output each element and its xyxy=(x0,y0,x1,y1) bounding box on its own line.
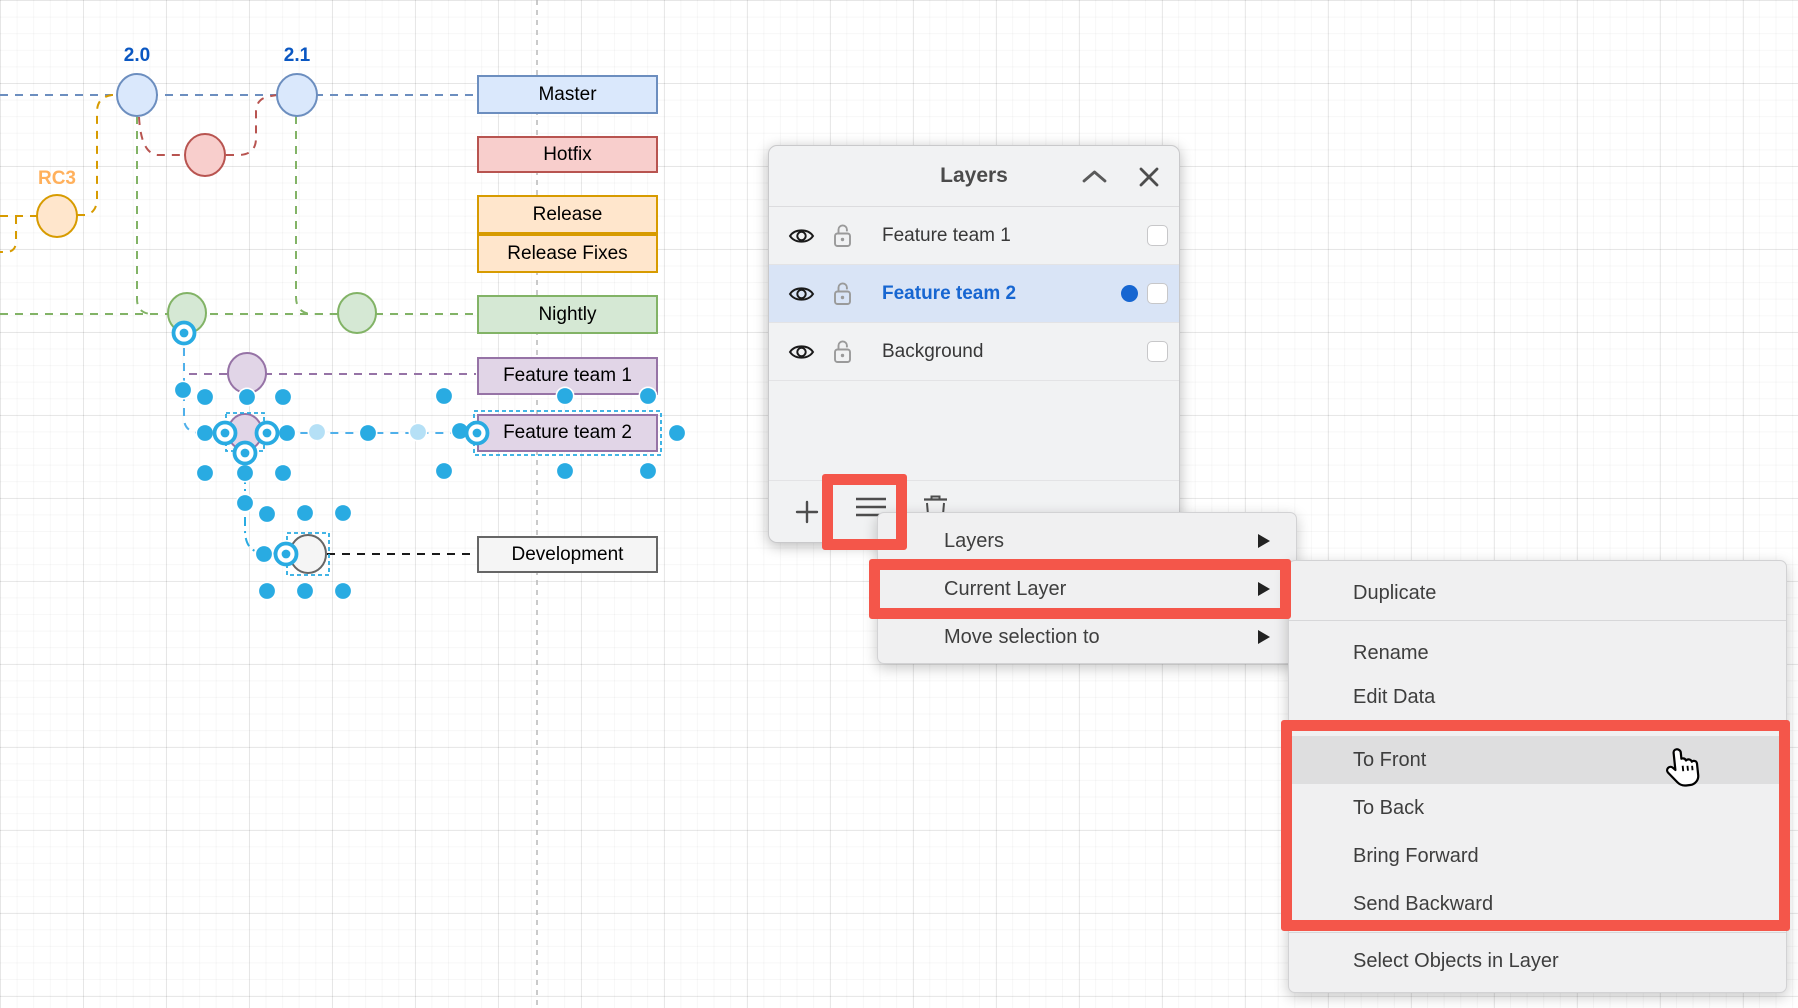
layer-name: Background xyxy=(882,341,983,363)
menu-item-label: Rename xyxy=(1353,642,1429,665)
menu-item-edit-data[interactable]: Edit Data xyxy=(1289,675,1786,719)
unlock-icon[interactable] xyxy=(832,339,853,364)
close-icon xyxy=(1137,165,1161,189)
virtual-waypoint-handle[interactable] xyxy=(308,423,325,440)
selection-handle[interactable] xyxy=(196,464,213,481)
selection-handle[interactable] xyxy=(255,545,272,562)
visibility-eye-icon[interactable] xyxy=(788,284,815,304)
selection-handle[interactable] xyxy=(435,387,452,404)
layer-name: Feature team 2 xyxy=(882,283,1016,305)
selection-handle[interactable] xyxy=(236,464,253,481)
menu-item-move-selection-to[interactable]: Move selection to xyxy=(878,613,1296,661)
selection-handle[interactable] xyxy=(359,424,376,441)
selection-handle[interactable] xyxy=(258,582,275,599)
unlock-icon[interactable] xyxy=(832,223,853,248)
menu-item-label: Layers xyxy=(944,530,1004,553)
selection-handle[interactable] xyxy=(282,550,291,559)
selection-handle[interactable] xyxy=(221,429,230,438)
close-button[interactable] xyxy=(1137,146,1161,207)
menu-item-label: Edit Data xyxy=(1353,686,1435,709)
annotation-box-current-layer xyxy=(869,559,1291,619)
selection-handle[interactable] xyxy=(639,387,656,404)
selection-handle[interactable] xyxy=(556,387,573,404)
selection-handle[interactable] xyxy=(196,388,213,405)
selection-handle[interactable] xyxy=(236,494,253,511)
menu-item-rename[interactable]: Rename xyxy=(1289,631,1786,675)
selection-rect-feature2-label xyxy=(474,411,661,455)
selection-handle[interactable] xyxy=(668,424,685,441)
chevron-up-icon xyxy=(1081,169,1108,185)
selection-handle[interactable] xyxy=(180,329,189,338)
selection-handle[interactable] xyxy=(241,449,250,458)
submenu-arrow-icon xyxy=(1258,630,1270,644)
selection-handle[interactable] xyxy=(296,504,313,521)
hand-pointer-cursor xyxy=(1660,744,1707,794)
selection-handle[interactable] xyxy=(258,505,275,522)
unlock-icon[interactable] xyxy=(832,281,853,306)
visibility-eye-icon[interactable] xyxy=(788,226,815,246)
submenu-arrow-icon xyxy=(1258,534,1270,548)
layer-row-feature-team-1[interactable]: Feature team 1 xyxy=(769,207,1179,265)
annotation-box-reorder-actions xyxy=(1281,720,1790,931)
layers-panel-title: Layers xyxy=(940,164,1008,188)
layer-row-background[interactable]: Background xyxy=(769,323,1179,381)
menu-item-layers[interactable]: Layers xyxy=(878,517,1296,565)
collapse-button[interactable] xyxy=(1081,146,1108,207)
selection-handle[interactable] xyxy=(334,504,351,521)
virtual-waypoint-handle[interactable] xyxy=(409,423,426,440)
selection-handle[interactable] xyxy=(334,582,351,599)
annotation-box-layer-menu-button xyxy=(822,474,907,550)
layer-checkbox[interactable] xyxy=(1147,225,1168,246)
selection-handle[interactable] xyxy=(174,381,191,398)
selection-handle[interactable] xyxy=(473,429,482,438)
menu-item-label: Select Objects in Layer xyxy=(1353,950,1559,973)
selection-handle[interactable] xyxy=(238,388,255,405)
menu-separator xyxy=(1289,620,1786,621)
selection-handle[interactable] xyxy=(278,424,295,441)
add-layer-button[interactable] xyxy=(795,500,819,524)
layer-checkbox[interactable] xyxy=(1147,283,1168,304)
menu-item-duplicate[interactable]: Duplicate xyxy=(1289,567,1786,619)
selection-handle[interactable] xyxy=(556,462,573,479)
selection-handle[interactable] xyxy=(296,582,313,599)
menu-separator xyxy=(1289,932,1786,933)
menu-item-label: Duplicate xyxy=(1353,582,1436,605)
selection-handle[interactable] xyxy=(196,424,213,441)
visibility-eye-icon[interactable] xyxy=(788,342,815,362)
layers-panel-titlebar[interactable]: Layers xyxy=(769,146,1179,207)
selection-handle[interactable] xyxy=(274,388,291,405)
selection-handle[interactable] xyxy=(435,462,452,479)
layer-name: Feature team 1 xyxy=(882,225,1011,247)
selection-handle[interactable] xyxy=(274,464,291,481)
selection-handle[interactable] xyxy=(263,429,272,438)
menu-item-select-objects-in-layer[interactable]: Select Objects in Layer xyxy=(1289,935,1786,987)
active-layer-dot xyxy=(1121,285,1138,302)
layer-row-feature-team-2[interactable]: Feature team 2 xyxy=(769,265,1179,323)
layer-checkbox[interactable] xyxy=(1147,341,1168,362)
selection-handle[interactable] xyxy=(639,462,656,479)
menu-item-label: Move selection to xyxy=(944,626,1100,649)
